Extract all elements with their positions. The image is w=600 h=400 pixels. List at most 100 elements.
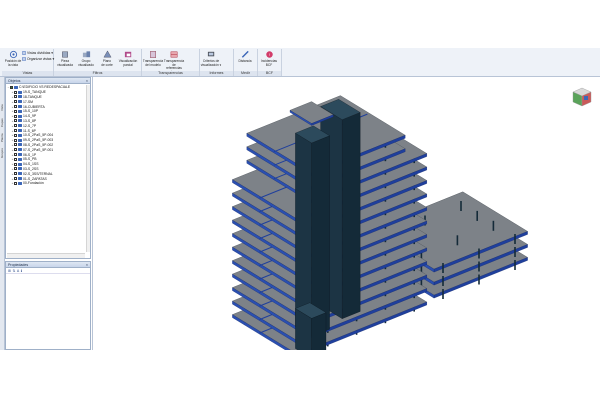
folder-icon <box>18 153 22 157</box>
dropdown-label: Vistas divididas ▾ <box>27 51 53 55</box>
folder-icon <box>18 129 22 133</box>
visibility-checkbox[interactable] <box>14 172 17 176</box>
folder-icon <box>14 85 18 89</box>
app-window: Posición de la vista Vistas divididas ▾ Or… <box>0 48 600 359</box>
tree-item-label: 03-S_2SS <box>23 166 39 171</box>
objects-panel-title: Objetos <box>8 79 21 83</box>
visibility-checkbox[interactable] <box>14 177 17 181</box>
tree-item-label: 14-S_9P <box>23 114 37 119</box>
tree-item-label: 16-CUBIERTA <box>23 104 45 109</box>
view-position-icon <box>9 50 18 59</box>
visibility-checkbox[interactable] <box>14 148 17 152</box>
ruler-icon <box>241 50 250 59</box>
folder-icon <box>18 105 22 109</box>
objects-panel-header: Objetos × <box>6 78 90 84</box>
visibility-checkbox[interactable] <box>14 114 17 118</box>
bcf-issues-button[interactable]: ! Incidencias BCF <box>258 50 280 67</box>
objects-tree: − C:\EDIFICIO VS REDESPACIALE +19-S_TANQUE… <box>7 85 85 252</box>
ribbon-group-label: Vistas <box>2 71 53 76</box>
tree-item[interactable]: +00-Fundación <box>7 181 85 186</box>
ribbon-button-label: Plano de corte <box>101 59 113 67</box>
ribbon-toolbar: Posición de la vista Vistas divididas ▾ Or… <box>0 48 600 77</box>
properties-tool-button[interactable]: ℹ <box>21 269 22 273</box>
visibility-checkbox[interactable] <box>10 85 13 89</box>
split-views-dropdown[interactable]: Vistas divididas ▾ <box>22 51 53 55</box>
ribbon-group-label: Transparencias <box>142 71 199 76</box>
properties-tool-button[interactable]: ⇅ <box>12 269 15 273</box>
view-criteria-icon <box>207 50 216 59</box>
visibility-checkbox[interactable] <box>14 95 17 99</box>
svg-text:!: ! <box>269 53 270 57</box>
arrange-views-icon <box>22 57 26 61</box>
folder-icon <box>18 124 22 128</box>
properties-toolbar: ⊞ ⇅ Aℹ <box>6 268 90 274</box>
folder-icon <box>18 95 22 99</box>
building-model[interactable] <box>93 77 600 359</box>
group-view-button[interactable]: Grupo visualizado <box>75 50 97 67</box>
visibility-checkbox[interactable] <box>14 109 17 113</box>
ribbon-group-label: BCF <box>258 71 281 76</box>
tree-item-label: 07-S_2PaS_5P-001 <box>23 147 54 152</box>
ribbon-group-transparencias: Transparencia del modelo Transparencia de… <box>142 49 200 76</box>
folder-icon <box>18 133 22 137</box>
tree-item-label: 15-S_10P <box>23 109 39 114</box>
visibility-checkbox[interactable] <box>14 143 17 147</box>
group-view-icon <box>82 50 91 59</box>
close-icon[interactable]: × <box>86 78 90 83</box>
folder-icon <box>18 148 22 152</box>
tree-item-label: 18-TANQUE <box>23 94 42 99</box>
external-ref-transparency-icon <box>170 50 179 59</box>
tree-item-label: 00-Fundación <box>23 181 44 186</box>
tree-item-label: 13-S_8P <box>23 118 37 123</box>
model-transparency-button[interactable]: Transparencia del modelo <box>142 50 164 67</box>
ruler-button[interactable]: Distancia <box>234 50 256 64</box>
close-icon[interactable]: × <box>86 262 90 267</box>
vertical-scrollbar[interactable] <box>86 85 90 252</box>
cutting-plane-icon <box>103 50 112 59</box>
folder-icon <box>18 177 22 181</box>
ribbon-group-label: Filtros <box>54 71 141 76</box>
visibility-checkbox[interactable] <box>14 129 17 133</box>
tree-item-label: 04-S_1SS <box>23 162 39 167</box>
tree-item-label: 10-S_2PaS_5P-004 <box>23 133 54 138</box>
split-views-icon <box>22 51 26 55</box>
visibility-checkbox[interactable] <box>14 162 17 166</box>
ribbon-button-label: Criterios de visualización ▾ <box>200 59 222 67</box>
folder-icon <box>18 167 22 171</box>
arrange-views-dropdown[interactable]: Organizar vistas ▾ <box>22 57 54 61</box>
visibility-checkbox[interactable] <box>14 181 17 185</box>
properties-tool-button[interactable]: A <box>17 269 19 273</box>
visibility-checkbox[interactable] <box>14 105 17 109</box>
ribbon-button-label: Posición de la vista <box>4 59 22 67</box>
tree-item-label: 01-S_ZAPATAS <box>23 176 47 181</box>
visibility-checkbox[interactable] <box>14 124 17 128</box>
piece-view-button[interactable]: Pieza visualizada <box>54 50 76 67</box>
tree-item-label: 05-S_PB <box>23 157 37 162</box>
visibility-checkbox[interactable] <box>14 100 17 104</box>
3d-viewport[interactable] <box>92 77 600 359</box>
visibility-checkbox[interactable] <box>14 157 17 161</box>
objects-panel: Objetos × − C:\EDIFICIO VS REDESPACIALE +1… <box>5 77 91 259</box>
view-position-button[interactable]: Posición de la vista <box>2 50 24 67</box>
visibility-checkbox[interactable] <box>14 119 17 123</box>
properties-tool-button[interactable]: ⊞ <box>8 269 11 273</box>
tree-item-label: 06-S_1P <box>23 152 37 157</box>
bcf-issues-icon: ! <box>265 50 274 59</box>
view-criteria-button[interactable]: Criterios de visualización ▾ <box>200 50 222 67</box>
view-cube-icon[interactable] <box>572 87 592 107</box>
tree-item-label: 12-S_7P <box>23 123 37 128</box>
visibility-checkbox[interactable] <box>14 153 17 157</box>
properties-panel-title: Propiedades <box>8 263 29 267</box>
horizontal-scrollbar[interactable] <box>7 253 85 258</box>
cutting-plane-button[interactable]: Plano de corte <box>96 50 118 67</box>
visibility-checkbox[interactable] <box>14 133 17 137</box>
ribbon-group-label: Medir <box>234 71 257 76</box>
folder-icon <box>18 172 22 176</box>
ribbon-group-label: Informes <box>200 71 233 76</box>
visibility-checkbox[interactable] <box>14 167 17 171</box>
partial-view-button[interactable]: Visualización parcial <box>117 50 139 67</box>
tree-item-label: 11-S_6P <box>23 128 36 133</box>
dropdown-label: Organizar vistas ▾ <box>27 57 55 61</box>
visibility-checkbox[interactable] <box>14 90 17 94</box>
visibility-checkbox[interactable] <box>14 138 17 142</box>
